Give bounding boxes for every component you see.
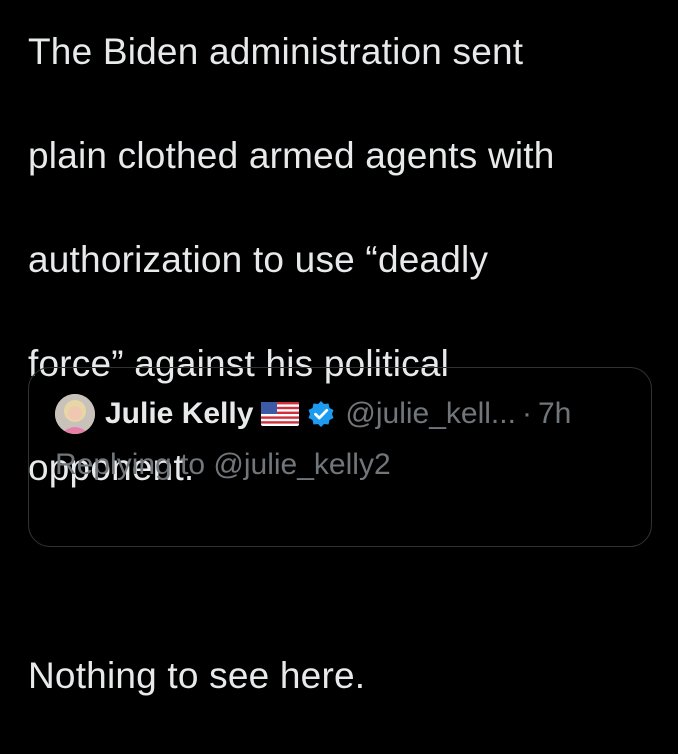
separator-dot: ·	[521, 397, 532, 430]
replying-to-text[interactable]: Replying to @julie_kelly2	[55, 448, 391, 482]
post-age[interactable]: 7h	[538, 397, 571, 431]
tweet-text-line: authorization to use “deadly	[28, 239, 489, 280]
tweet-text-line: The Biden administration sent	[28, 31, 524, 72]
verified-badge-icon	[307, 400, 335, 428]
quoted-tweet-header: Julie Kelly @julie_kell... · 7h	[55, 394, 571, 434]
user-handle[interactable]: @julie_kell...	[345, 397, 516, 431]
tweet-text-line: plain clothed armed agents with	[28, 135, 555, 176]
avatar[interactable]	[55, 394, 95, 434]
us-flag-icon	[261, 402, 300, 426]
tweet-text-line: Nothing to see here.	[28, 655, 366, 696]
quoted-tweet-card[interactable]: Julie Kelly @julie_kell... · 7h Replying…	[28, 367, 652, 547]
display-name[interactable]: Julie Kelly	[105, 397, 253, 431]
